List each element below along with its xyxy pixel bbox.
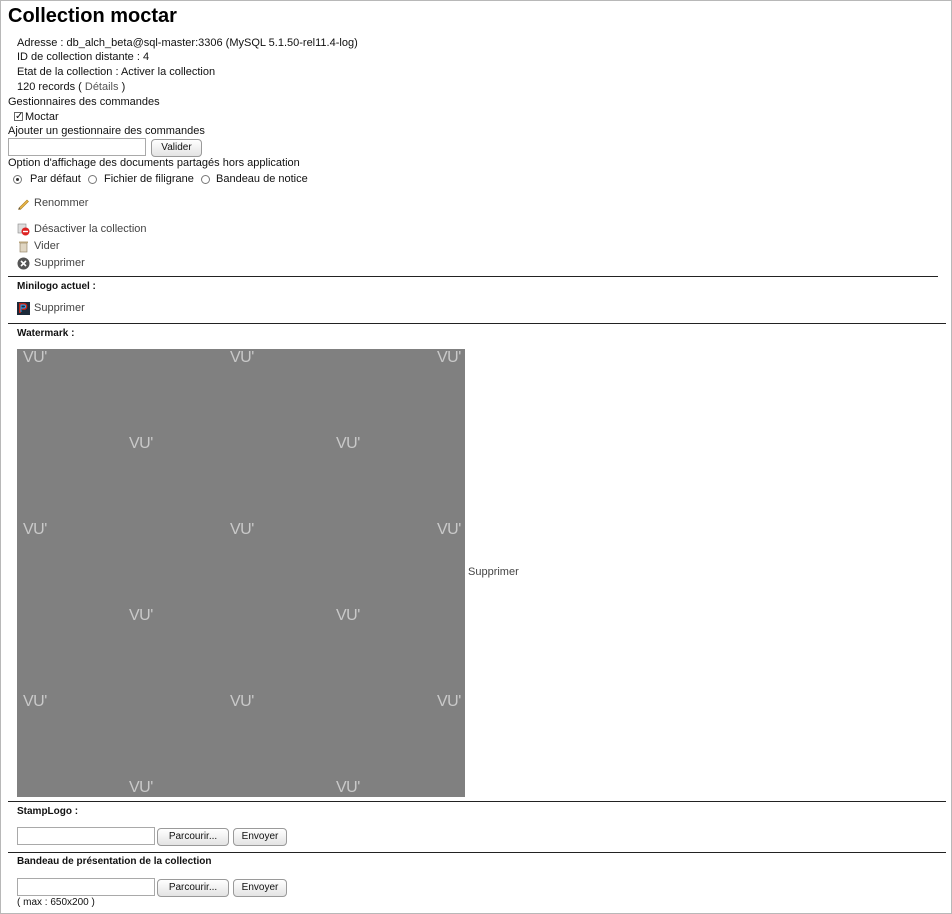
watermark-tile-text: VU' [437,521,461,538]
add-manager-input[interactable] [8,138,146,156]
manager-checkbox-moctar[interactable]: ✓ [14,112,23,122]
watermark-delete[interactable]: Supprimer [468,566,519,578]
display-option-heading: Option d'affichage des documents partagé… [8,157,300,169]
watermark-tile-text: VU' [23,349,47,366]
validate-button[interactable]: Valider [151,139,202,157]
deactivate-action[interactable]: Désactiver la collection [34,223,147,235]
watermark-tile-text: VU' [230,521,254,538]
banner-file-input[interactable] [17,878,155,896]
banner-heading: Bandeau de présentation de la collection [17,856,212,867]
deactivate-icon [17,223,30,236]
watermark-tile-text: VU' [336,435,360,452]
watermark-tile-text: VU' [336,607,360,624]
add-manager-label: Ajouter un gestionnaire des commandes [8,125,205,137]
minilogo-delete[interactable]: Supprimer [34,302,85,314]
minilogo-image [17,302,30,315]
radio-notice-banner-label: Bandeau de notice [216,173,308,185]
watermark-image: VU' VU' VU' VU' VU' VU' VU' VU' VU' VU' … [17,349,465,797]
watermark-tile-text: VU' [23,521,47,538]
watermark-tile-text: VU' [129,607,153,624]
stamplogo-send-button[interactable]: Envoyer [233,828,287,846]
stamplogo-heading: StampLogo : [17,806,79,817]
watermark-tile-text: VU' [129,435,153,452]
watermark-tile-text: VU' [23,693,47,710]
watermark-heading: Watermark : [17,328,75,339]
manager-label-moctar: Moctar [25,111,59,123]
radio-watermark-file[interactable] [88,175,97,184]
rename-action[interactable]: Renommer [34,197,88,209]
watermark-tile-text: VU' [336,779,360,796]
pencil-icon [18,199,29,210]
records-count: 120 records ( [17,81,82,93]
radio-default-label: Par défaut [30,173,81,185]
delete-action[interactable]: Supprimer [34,257,85,269]
banner-send-button[interactable]: Envoyer [233,879,287,897]
banner-browse-button[interactable]: Parcourir... [157,879,229,897]
divider [8,323,946,324]
empty-action[interactable]: Vider [34,240,59,252]
banner-max-note: ( max : 650x200 ) [17,897,95,908]
managers-heading: Gestionnaires des commandes [8,96,160,108]
distant-id-text: ID de collection distante : 4 [17,51,150,63]
minilogo-heading: Minilogo actuel : [17,281,96,292]
radio-notice-banner[interactable] [201,175,210,184]
delete-icon [17,257,30,270]
page-title: Collection moctar [8,5,177,27]
radio-watermark-file-label: Fichier de filigrane [104,173,194,185]
records-line: 120 records ( Détails ) [17,81,125,93]
watermark-tile-text: VU' [437,349,461,366]
watermark-tile-text: VU' [230,693,254,710]
radio-default[interactable] [13,175,22,184]
details-link[interactable]: Détails [85,81,119,93]
stamplogo-browse-button[interactable]: Parcourir... [157,828,229,846]
collection-state-text: Etat de la collection : Activer la colle… [17,66,216,78]
address-text: Adresse : db_alch_beta@sql-master:3306 (… [17,37,358,49]
records-close: ) [121,81,126,93]
divider [8,852,946,853]
trash-icon [19,241,28,253]
divider [8,276,938,277]
watermark-tile-text: VU' [129,779,153,796]
watermark-tile-text: VU' [230,349,254,366]
stamplogo-file-input[interactable] [17,827,155,845]
divider [8,801,946,802]
watermark-tile-text: VU' [437,693,461,710]
